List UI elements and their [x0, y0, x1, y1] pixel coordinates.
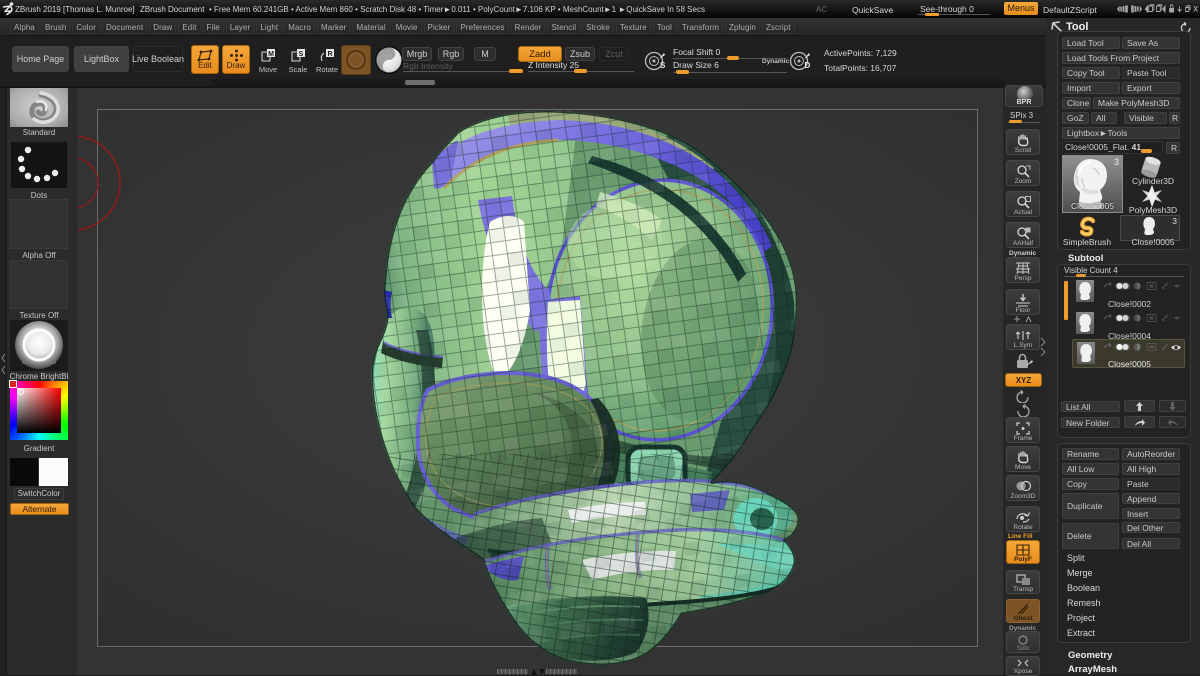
- svg-text:R: R: [327, 51, 332, 58]
- svg-text:D: D: [805, 61, 811, 70]
- svg-text:M: M: [268, 51, 274, 58]
- svg-text:S: S: [299, 51, 304, 58]
- svg-text:S: S: [660, 61, 666, 70]
